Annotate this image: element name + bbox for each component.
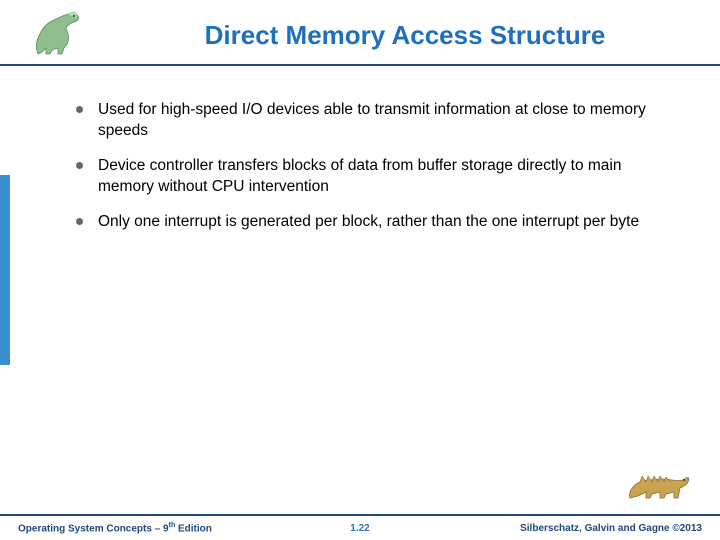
bullet-item: Only one interrupt is generated per bloc… [70,212,650,233]
dinosaur-icon [28,4,88,58]
slide-title: Direct Memory Access Structure [110,20,700,51]
footer-left-suffix: Edition [175,523,212,534]
slide-footer: Operating System Concepts – 9th Edition … [0,514,720,540]
dinosaur-icon [626,458,694,504]
footer-authors: Silberschatz, Galvin and Gagne ©2013 [520,523,702,534]
footer-book-title: Operating System Concepts – 9th Edition [18,522,212,534]
bullet-item: Device controller transfers blocks of da… [70,156,650,198]
footer-left-prefix: Operating System Concepts – 9 [18,523,169,534]
slide-header: Direct Memory Access Structure [0,0,720,66]
footer-page-number: 1.22 [350,523,369,534]
side-accent-bar [0,175,10,365]
bullet-list: Used for high-speed I/O devices able to … [70,100,650,233]
bullet-item: Used for high-speed I/O devices able to … [70,100,650,142]
slide-content: Used for high-speed I/O devices able to … [70,100,650,247]
